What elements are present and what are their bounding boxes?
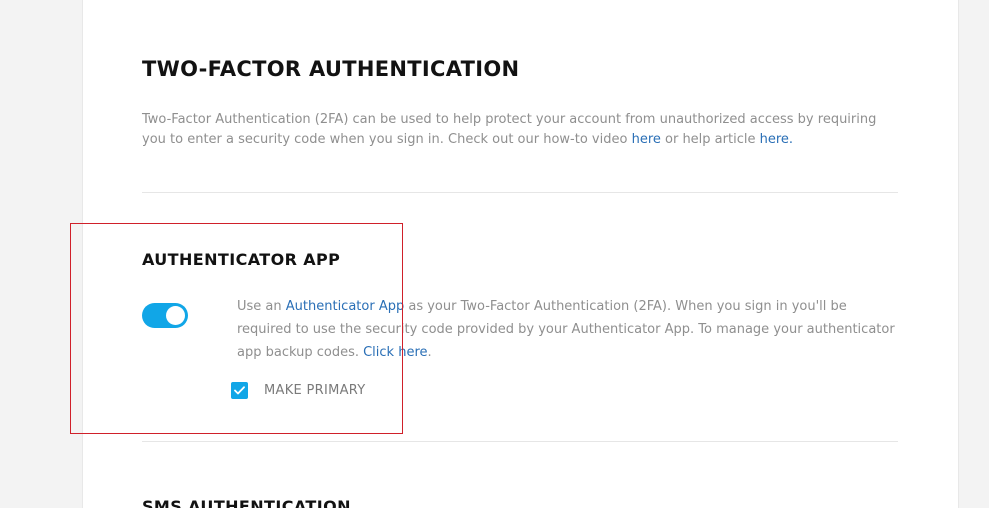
authenticator-app-link[interactable]: Authenticator App: [286, 299, 404, 314]
intro-text-mid: or help article: [660, 132, 760, 147]
make-primary-checkbox[interactable]: [231, 382, 248, 399]
section-divider: [142, 192, 898, 193]
how-to-video-link[interactable]: here: [632, 132, 661, 147]
sms-authentication-title: SMS AUTHENTICATION: [142, 497, 351, 508]
desc-end: .: [427, 345, 432, 360]
page-title: TWO-FACTOR AUTHENTICATION: [142, 57, 520, 81]
authenticator-app-description: Use an Authenticator App as your Two-Fac…: [237, 295, 902, 364]
section-divider: [142, 441, 898, 442]
make-primary-row: MAKE PRIMARY: [231, 382, 366, 399]
checkmark-icon: [234, 386, 245, 395]
help-article-link[interactable]: here.: [760, 132, 793, 147]
authenticator-app-toggle[interactable]: [142, 303, 188, 328]
toggle-knob: [166, 306, 185, 325]
authenticator-app-title: AUTHENTICATOR APP: [142, 250, 341, 269]
backup-codes-link[interactable]: Click here: [363, 345, 427, 360]
intro-text: Two-Factor Authentication (2FA) can be u…: [142, 110, 902, 150]
desc-start: Use an: [237, 299, 286, 314]
make-primary-label: MAKE PRIMARY: [264, 383, 366, 398]
settings-panel: TWO-FACTOR AUTHENTICATION Two-Factor Aut…: [82, 0, 959, 508]
